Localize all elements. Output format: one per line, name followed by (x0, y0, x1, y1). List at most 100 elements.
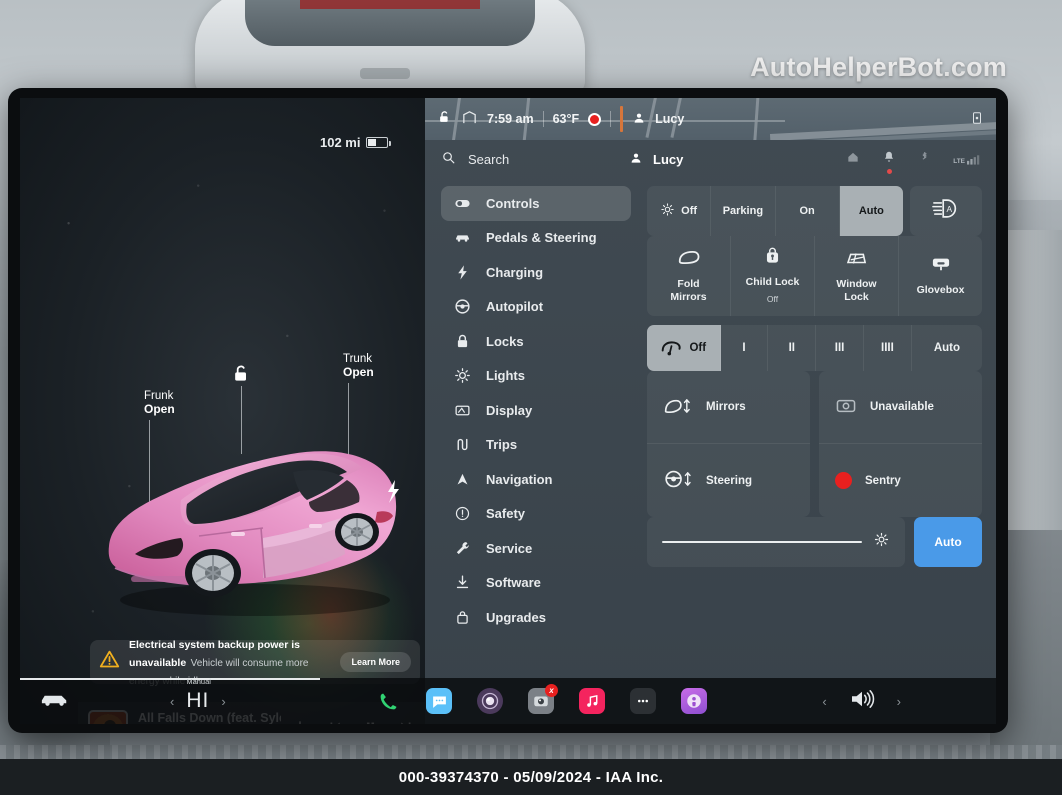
frunk-callout-state: Open (144, 402, 175, 416)
wiper-speed-2[interactable]: II (768, 325, 817, 371)
sidebar-item-trips[interactable]: Trips (441, 428, 631, 463)
lights-off-segment[interactable]: Off (647, 186, 712, 236)
auction-caption-bar: 000-39374370 - 05/09/2024 - IAA Inc. (0, 759, 1062, 795)
brightness-row: Auto (647, 517, 982, 567)
bolt-icon (454, 264, 471, 281)
auto-high-beam-button[interactable]: A (910, 186, 982, 236)
window-lock-tile[interactable]: Window Lock (815, 236, 899, 316)
fold-mirrors-line1: Fold (677, 278, 700, 290)
chevron-right-icon[interactable]: › (897, 694, 901, 709)
dashcam-row[interactable]: Unavailable (819, 371, 982, 444)
lights-parking-segment[interactable]: Parking (711, 186, 776, 236)
camera-app-icon[interactable]: x (528, 684, 558, 714)
sidebar-item-service[interactable]: Service (441, 531, 631, 566)
sidebar-item-lights[interactable]: Lights (441, 359, 631, 394)
sidebar-item-locks[interactable]: Locks (441, 324, 631, 359)
sidebar-item-label: Locks (486, 333, 524, 349)
mirror-adjust-icon (663, 395, 693, 420)
brightness-slider[interactable] (647, 517, 905, 567)
sidebar-item-controls[interactable]: Controls (441, 186, 631, 221)
search-icon (441, 150, 456, 168)
wiper-speed-1[interactable]: I (721, 325, 769, 371)
profile-accent-bar (620, 106, 624, 132)
background-vehicle-stripe (300, 0, 480, 9)
divider (610, 111, 612, 127)
learn-more-button[interactable]: Learn More (340, 652, 411, 672)
camera-lens-icon[interactable] (477, 688, 503, 714)
sidebar-item-label: Controls (486, 195, 540, 211)
tesla-touchscreen-bezel: 102 mi Frunk Open Trunk Open Electrical … (8, 88, 1008, 733)
controls-cards: Off Parking On Auto A Fold Mirrors Child… (647, 186, 982, 567)
phone-app-icon[interactable] (375, 688, 401, 714)
steering-adjust-label: Steering (706, 474, 753, 487)
fold-mirrors-tile[interactable]: Fold Mirrors (647, 236, 731, 316)
wiper-auto-segment[interactable]: Auto (912, 325, 982, 371)
wiper-speed-3[interactable]: III (816, 325, 864, 371)
map-profile-name: Lucy (655, 112, 685, 126)
recording-dot-icon[interactable] (588, 112, 602, 126)
trunk-callout-title: Trunk (343, 353, 372, 365)
glovebox-tile[interactable]: Glovebox (899, 236, 982, 316)
bluetooth-icon[interactable] (918, 150, 931, 168)
card-icon[interactable] (970, 111, 984, 128)
wiper-off-segment[interactable]: Off (647, 325, 721, 371)
auto-high-beam-icon: A (932, 198, 960, 224)
wrench-icon (454, 540, 471, 557)
unlock-icon[interactable] (231, 363, 251, 385)
trunk-callout-state: Open (343, 365, 374, 379)
brightness-track[interactable] (662, 541, 862, 543)
volume-icon[interactable] (849, 689, 875, 714)
search-input[interactable]: Search (441, 150, 621, 168)
camera-badge: x (545, 684, 558, 697)
home-icon[interactable] (846, 150, 860, 169)
sidebar-item-upgrades[interactable]: Upgrades (441, 600, 631, 635)
sidebar-item-label: Service (486, 540, 533, 556)
sidebar-item-software[interactable]: Software (441, 566, 631, 601)
child-lock-tile[interactable]: Child Lock Off (731, 236, 815, 316)
media-progress-bar[interactable] (20, 678, 320, 680)
sidebar-item-charging[interactable]: Charging (441, 255, 631, 290)
sidebar-item-autopilot[interactable]: Autopilot (441, 290, 631, 325)
vehicle-3d-model[interactable] (95, 428, 415, 618)
chevron-left-icon[interactable]: ‹ (170, 694, 174, 709)
bell-icon[interactable] (882, 150, 896, 174)
mirrors-adjust-row[interactable]: Mirrors (647, 371, 810, 444)
lights-auto-segment[interactable]: Auto (839, 186, 903, 236)
glovebox-label: Glovebox (916, 284, 965, 296)
brightness-auto-button[interactable]: Auto (914, 517, 982, 567)
sidebar-item-label: Pedals & Steering (486, 230, 597, 246)
messages-app-icon[interactable] (426, 688, 452, 714)
profile-selector[interactable]: Lucy (629, 151, 838, 168)
more-apps-icon[interactable] (630, 688, 656, 714)
lights-mode-row: Off Parking On Auto A (647, 186, 982, 236)
wiper-speed-4[interactable]: IIII (864, 325, 912, 371)
sidebar-item-navigation[interactable]: Navigation (441, 462, 631, 497)
car-icon[interactable] (40, 689, 70, 713)
sidebar-item-pedals-steering[interactable]: Pedals & Steering (441, 221, 631, 256)
lights-on-segment[interactable]: On (776, 186, 840, 236)
music-app-icon[interactable] (579, 688, 605, 714)
podcasts-app-icon[interactable] (681, 688, 707, 714)
climate-temperature[interactable]: Manual HI (186, 677, 211, 713)
chevron-right-icon[interactable]: › (221, 694, 225, 709)
lock-icon (454, 333, 471, 350)
person-icon (632, 111, 646, 128)
lte-signal-icon: LTE (953, 153, 980, 165)
steering-adjust-row[interactable]: Steering (647, 444, 810, 517)
sidebar-item-label: Software (486, 575, 541, 591)
panel-top-bar: Search Lucy LTE (425, 140, 996, 178)
chevron-left-icon[interactable]: ‹ (822, 694, 826, 709)
unlock-icon[interactable] (437, 110, 452, 128)
controls-panel: 7:59 am 63°F Lucy Search Lucy LTE Contro… (425, 98, 996, 724)
range-indicator: 102 mi (320, 135, 392, 150)
frunk-callout-text: Frunk Open (144, 390, 175, 416)
lights-off-label: Off (681, 205, 698, 217)
sentry-row[interactable]: Sentry (819, 444, 982, 517)
divider (542, 111, 544, 127)
lights-parking-label: Parking (722, 205, 764, 217)
sidebar-item-display[interactable]: Display (441, 393, 631, 428)
download-icon (454, 574, 471, 591)
garage-icon[interactable] (461, 109, 478, 129)
background-wall-right (1000, 230, 1062, 530)
sidebar-item-safety[interactable]: Safety (441, 497, 631, 532)
